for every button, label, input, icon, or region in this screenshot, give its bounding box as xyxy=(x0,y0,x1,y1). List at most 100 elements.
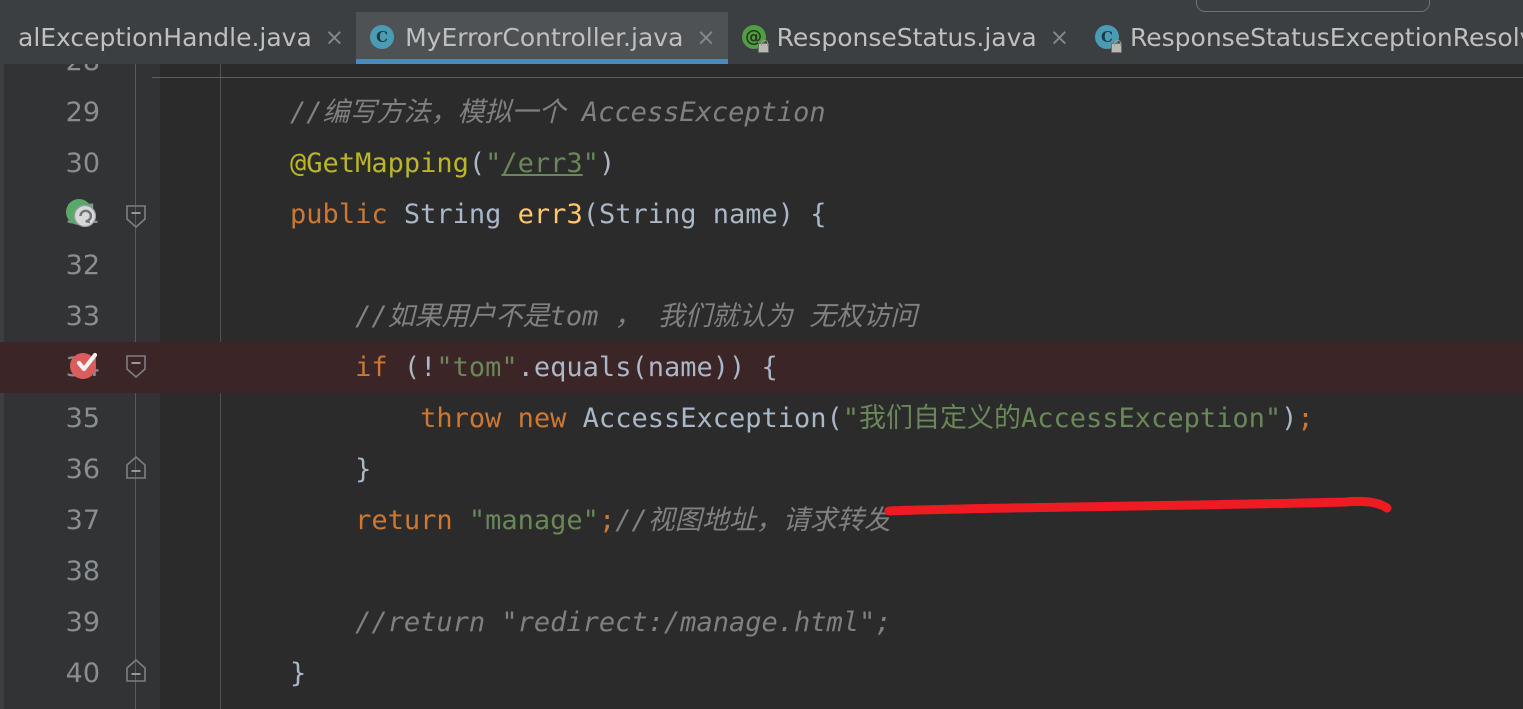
floating-search-popup[interactable] xyxy=(1196,0,1430,12)
code-token: name xyxy=(696,199,778,230)
java-class-readonly-icon: C xyxy=(1095,25,1123,53)
lock-icon xyxy=(1111,40,1123,53)
code-token: ; xyxy=(598,505,616,536)
code-token: "tom" xyxy=(436,352,518,383)
run-method-icon[interactable] xyxy=(64,196,98,228)
code-line-text[interactable]: throw new AccessException("我们自定义的AccessE… xyxy=(160,393,1314,444)
code-line-text[interactable]: //return "redirect:/manage.html"; xyxy=(160,597,892,648)
close-icon[interactable]: × xyxy=(696,26,715,50)
code-token: String xyxy=(403,199,502,230)
line-number: 36 xyxy=(65,454,100,485)
java-class-icon: C xyxy=(370,25,396,51)
code-token: //编写方法，模拟一个 AccessException xyxy=(290,97,826,128)
fold-collapse-icon-34[interactable] xyxy=(124,354,146,379)
ide-window: alExceptionHandle.java × C MyErrorContro… xyxy=(0,0,1523,709)
code-token: String xyxy=(598,199,697,230)
code-token: err3 xyxy=(517,199,583,230)
code-token: return xyxy=(355,505,453,536)
code-line[interactable]: 29 //编写方法，模拟一个 AccessException xyxy=(0,87,1523,138)
code-token: ; xyxy=(1297,403,1314,434)
fold-collapse-icon-31[interactable] xyxy=(124,204,146,229)
code-line-text[interactable]: //如果用户不是tom ， 我们就认为 无权访问 xyxy=(160,291,917,342)
code-line[interactable]: 39 //return "redirect:/manage.html"; xyxy=(0,597,1523,648)
editor-tab-label: ResponseStatus.java xyxy=(776,23,1037,52)
code-line-text[interactable]: public String err3(String name) { xyxy=(160,189,827,240)
code-line[interactable]: 30 @GetMapping("/err3") xyxy=(0,138,1523,189)
breakpoint-verified-icon[interactable] xyxy=(68,349,100,379)
close-icon[interactable]: × xyxy=(325,26,344,50)
code-token: .equals(name)) { xyxy=(517,352,778,383)
code-token: AccessException( xyxy=(566,403,843,434)
line-number: 32 xyxy=(65,250,100,281)
line-number: 33 xyxy=(65,301,100,332)
code-token: ( xyxy=(582,199,599,230)
line-number: 38 xyxy=(65,556,100,587)
code-line[interactable]: 36 } xyxy=(0,444,1523,495)
code-token: "manage" xyxy=(468,505,599,536)
close-icon[interactable]: × xyxy=(1050,26,1069,50)
code-token: /err3 xyxy=(501,148,583,179)
java-annotation-readonly-icon: @ xyxy=(741,25,769,53)
line-number: 40 xyxy=(65,658,100,689)
code-line[interactable]: 28 xyxy=(0,64,1523,87)
code-line-text[interactable]: if (!"tom".equals(name)) { xyxy=(160,342,778,393)
code-line[interactable]: 31 public String err3(String name) { xyxy=(0,189,1523,240)
code-token: " xyxy=(582,148,599,179)
code-line-text[interactable]: @GetMapping("/err3") xyxy=(160,138,615,189)
code-token: if xyxy=(355,352,388,383)
code-line[interactable]: 32 xyxy=(0,240,1523,291)
code-token: (! xyxy=(387,352,437,383)
fold-collapse-icon-36[interactable] xyxy=(124,455,146,479)
code-token: ( xyxy=(468,148,486,179)
code-token: public xyxy=(290,199,388,230)
code-token: //return "redirect:/manage.html"; xyxy=(355,607,892,638)
code-token: //视图地址，请求转发 xyxy=(615,505,891,536)
code-token: } xyxy=(290,658,307,689)
code-line-text[interactable]: return "manage";//视图地址，请求转发 xyxy=(160,495,891,546)
line-number: 28 xyxy=(0,64,100,87)
code-token: ) { xyxy=(777,199,827,230)
code-line[interactable]: 40 } xyxy=(0,648,1523,699)
line-number: 29 xyxy=(65,97,100,128)
editor-tab-label: MyErrorController.java xyxy=(405,23,684,52)
code-line[interactable]: 37 return "manage";//视图地址，请求转发 xyxy=(0,495,1523,546)
code-line-text[interactable]: //编写方法，模拟一个 AccessException xyxy=(160,87,826,138)
editor-tab-label: ResponseStatusExceptionResolver.java xyxy=(1130,23,1523,52)
editor-tab-response-status-exception-resolver[interactable]: C ResponseStatusExceptionResolver.java × xyxy=(1081,12,1523,64)
editor-tab-bar: alExceptionHandle.java × C MyErrorContro… xyxy=(0,12,1523,64)
code-line-text[interactable]: } xyxy=(160,444,371,495)
code-line[interactable]: 35 throw new AccessException("我们自定义的Acce… xyxy=(0,393,1523,444)
line-number: 37 xyxy=(65,505,100,536)
editor-tab-label: alExceptionHandle.java xyxy=(18,23,312,52)
code-line-text[interactable]: } xyxy=(160,648,306,699)
lock-icon xyxy=(757,40,769,53)
code-line[interactable]: 33 //如果用户不是tom ， 我们就认为 无权访问 xyxy=(0,291,1523,342)
editor-tab-my-error-controller[interactable]: C MyErrorController.java × xyxy=(356,12,728,64)
code-token: } xyxy=(355,454,372,485)
code-line[interactable]: 38 xyxy=(0,546,1523,597)
code-token: new xyxy=(517,403,567,434)
fold-collapse-icon-40[interactable] xyxy=(124,658,146,682)
code-token: @GetMapping xyxy=(290,148,469,179)
code-editor[interactable]: 2829 //编写方法，模拟一个 AccessException30 @GetM… xyxy=(0,64,1523,709)
editor-tab-response-status[interactable]: @ ResponseStatus.java × xyxy=(728,12,1081,64)
code-token: //如果用户不是tom ， 我们就认为 无权访问 xyxy=(355,301,918,332)
line-number: 39 xyxy=(65,607,100,638)
code-line[interactable]: 34 if (!"tom".equals(name)) { xyxy=(0,342,1523,393)
editor-tab-global-exception-handle[interactable]: alExceptionHandle.java × xyxy=(4,12,356,64)
line-number: 30 xyxy=(65,148,100,179)
code-token: throw xyxy=(420,403,502,434)
